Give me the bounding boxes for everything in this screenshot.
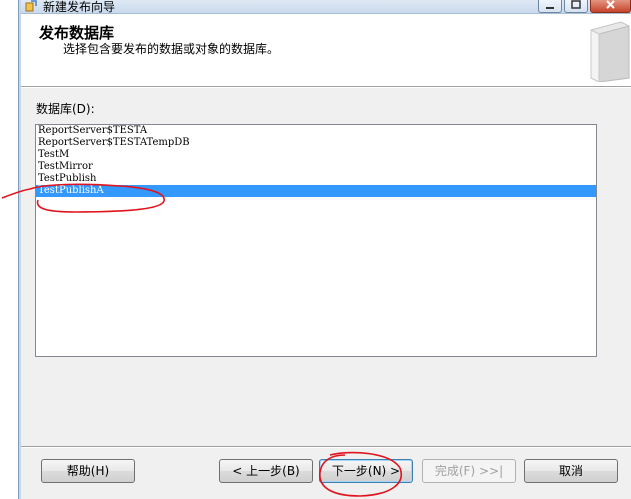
page-subtitle: 选择包含要发布的数据或对象的数据库。 [63, 42, 280, 56]
wizard-body: 数据库(D): ReportServer$TESTA ReportServer$… [21, 88, 631, 446]
wizard-app-icon [25, 0, 37, 12]
wizard-header: 发布数据库 选择包含要发布的数据或对象的数据库。 [21, 15, 631, 85]
close-button[interactable] [590, 0, 631, 13]
maximize-icon [571, 0, 581, 9]
list-item[interactable]: ReportServer$TESTATempDB [36, 137, 596, 149]
list-item[interactable]: TestMirror [36, 161, 596, 173]
background-strip [0, 0, 18, 499]
help-button[interactable]: 帮助(H) [41, 459, 135, 483]
finish-button: 完成(F) >>| [422, 459, 516, 483]
cancel-button[interactable]: 取消 [524, 459, 618, 483]
maximize-button[interactable] [564, 0, 588, 13]
wizard-footer: 帮助(H) < 上一步(B) 下一步(N) > 完成(F) >>| 取消 [21, 446, 631, 499]
back-button[interactable]: < 上一步(B) [219, 459, 313, 483]
window-title: 新建发布向导 [43, 0, 116, 14]
databases-listbox[interactable]: ReportServer$TESTA ReportServer$TESTATem… [35, 124, 597, 357]
footer-divider [21, 446, 631, 448]
list-item-selected[interactable]: TestPublishA [36, 185, 596, 197]
databases-label: 数据库(D): [36, 102, 95, 116]
list-item[interactable]: TestM [36, 149, 596, 161]
minimize-button[interactable] [538, 0, 562, 13]
minimize-icon [546, 7, 554, 9]
list-item[interactable]: ReportServer$TESTA [36, 125, 596, 137]
next-button[interactable]: 下一步(N) > [319, 459, 413, 483]
list-item[interactable]: TestPublish [36, 173, 596, 185]
database-graphic-icon [590, 21, 630, 82]
wizard-window: 新建发布向导 发布数据库 选择包含要发布的数据或对象的数据库。 数据库(D): … [0, 0, 631, 499]
title-bar[interactable]: 新建发布向导 [21, 0, 631, 14]
close-icon [606, 0, 615, 9]
